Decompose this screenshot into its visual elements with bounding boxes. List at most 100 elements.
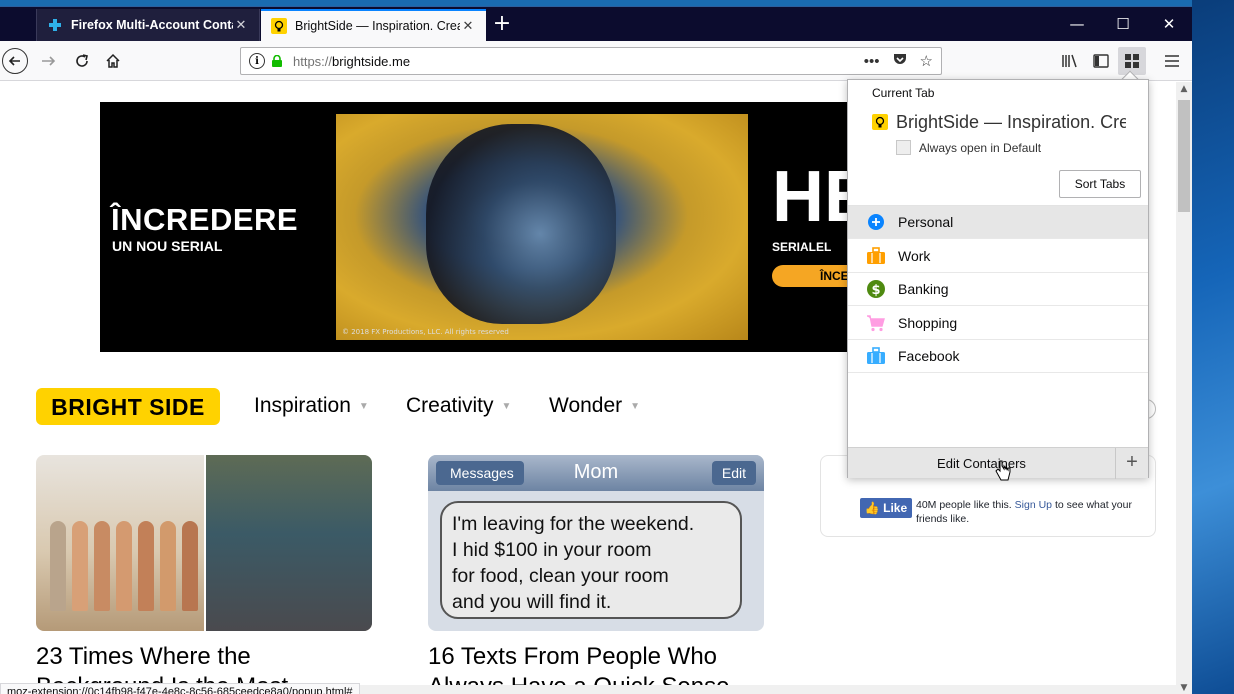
container-item-shopping[interactable]: Shopping <box>848 307 1148 340</box>
page-actions-menu-icon[interactable]: ••• <box>864 53 880 70</box>
message-bubble: I'm leaving for the weekend. I hid $100 … <box>440 501 742 619</box>
hamburger-menu-icon[interactable] <box>1158 47 1186 75</box>
briefcase-icon <box>866 346 886 366</box>
scroll-down-icon[interactable]: ▼ <box>1176 683 1192 693</box>
nav-label: Wonder <box>549 394 623 417</box>
sidebar-icon[interactable] <box>1087 47 1115 75</box>
always-open-label: Always open in Default <box>919 140 1042 155</box>
message-line: and you will find it. <box>452 591 612 613</box>
bookmark-star-icon[interactable]: ☆ <box>920 52 933 70</box>
home-icon <box>106 53 120 68</box>
container-item-facebook[interactable]: Facebook <box>848 340 1148 373</box>
person-figure <box>50 521 66 611</box>
reload-button[interactable] <box>68 47 96 75</box>
person-figure <box>94 521 110 611</box>
svg-text:$: $ <box>871 283 880 298</box>
always-open-checkbox[interactable] <box>896 140 911 155</box>
containers-icon <box>1125 54 1139 68</box>
site-logo[interactable]: BRIGHT SIDE <box>36 388 220 425</box>
scroll-up-icon[interactable]: ▲ <box>1176 84 1192 94</box>
url-text[interactable]: https://brightside.me <box>293 54 852 69</box>
message-line: I hid $100 in your room <box>452 539 652 561</box>
current-tab-info: BrightSide — Inspiration. Creativity <box>872 110 1144 134</box>
container-label: Shopping <box>898 315 958 331</box>
proposal-photo <box>204 455 372 631</box>
edit-containers-button[interactable]: Edit Containers <box>848 448 1115 479</box>
article-image[interactable]: Messages Mom Edit I'm leaving for the we… <box>428 455 764 631</box>
add-container-button[interactable]: + <box>1115 448 1148 479</box>
article-image[interactable] <box>36 455 372 631</box>
puzzle-icon <box>47 17 63 33</box>
messages-edit-label: Edit <box>711 461 756 485</box>
messages-header: Messages Mom Edit <box>428 455 764 491</box>
reload-icon <box>76 54 88 67</box>
container-label: Banking <box>898 281 949 297</box>
sort-tabs-button[interactable]: Sort Tabs <box>1059 170 1141 198</box>
library-icon[interactable] <box>1056 47 1084 75</box>
pocket-icon[interactable] <box>892 51 908 71</box>
container-item-work[interactable]: Work <box>848 240 1148 273</box>
close-window-button[interactable]: ✕ <box>1146 7 1192 41</box>
url-host: brightside.me <box>332 53 411 69</box>
banner-copyright: © 2018 FX Productions, LLC. All rights r… <box>342 328 509 336</box>
tab-bar: Firefox Multi-Account Containers ✕ Brigh… <box>0 7 1192 41</box>
banner-right-subtitle: SERIALEL <box>772 240 832 254</box>
info-icon[interactable]: i <box>249 53 265 69</box>
person-figure <box>182 521 198 611</box>
close-icon[interactable]: ✕ <box>233 17 249 33</box>
hand-cursor-icon <box>994 460 1012 487</box>
nav-label: Inspiration <box>254 394 351 417</box>
container-label: Work <box>898 248 931 264</box>
back-button[interactable] <box>2 48 28 74</box>
container-item-personal[interactable]: Personal <box>848 206 1148 239</box>
always-open-option[interactable]: Always open in Default <box>896 140 1041 155</box>
tab-title: BrightSide — Inspiration. Creativity <box>295 19 460 33</box>
fb-count: 40M people like this. <box>916 499 1012 511</box>
message-line: I'm leaving for the weekend. <box>452 513 695 535</box>
banner-subtitle: UN NOU SERIAL <box>112 238 223 254</box>
containers-button[interactable] <box>1118 47 1146 75</box>
nav-item-creativity[interactable]: Creativity ▼ <box>406 394 511 418</box>
url-scheme: https:// <box>293 53 333 69</box>
minimize-button[interactable]: — <box>1054 7 1100 41</box>
nav-label: Creativity <box>406 394 494 417</box>
home-button[interactable] <box>99 47 127 75</box>
tab-brightside[interactable]: BrightSide — Inspiration. Creativity ✕ <box>261 9 486 41</box>
caret-down-icon: ▼ <box>501 400 512 412</box>
banner-title: ÎNCREDERE <box>111 202 299 237</box>
new-tab-button[interactable]: + <box>488 9 516 41</box>
dollar-icon: $ <box>866 279 886 299</box>
containers-popup: Current Tab BrightSide — Inspiration. Cr… <box>847 79 1149 479</box>
person-figure <box>160 521 176 611</box>
like-label: Like <box>883 501 908 515</box>
tab-multi-account-containers[interactable]: Firefox Multi-Account Containers ✕ <box>36 9 260 41</box>
fb-signup-link[interactable]: Sign Up <box>1015 499 1052 511</box>
facebook-text: 40M people like this. Sign Up to see wha… <box>916 498 1156 526</box>
current-tab-title: BrightSide — Inspiration. Creativity <box>896 111 1126 132</box>
ad-banner[interactable]: ÎNCREDERE UN NOU SERIAL © 2018 FX Produc… <box>100 102 872 352</box>
vertical-scrollbar[interactable]: ▲ ▼ <box>1176 82 1192 694</box>
person-figure <box>138 521 154 611</box>
cart-icon <box>866 313 886 333</box>
forward-button[interactable] <box>34 47 62 75</box>
container-item-banking[interactable]: $ Banking <box>848 273 1148 306</box>
person-figure <box>116 521 132 611</box>
nav-item-wonder[interactable]: Wonder ▼ <box>549 394 640 418</box>
person-figure <box>72 521 88 611</box>
arrow-left-icon <box>8 56 20 66</box>
lock-icon <box>272 55 282 67</box>
arrow-right-icon <box>42 56 56 66</box>
message-line: for food, clean your room <box>452 565 669 587</box>
nav-item-inspiration[interactable]: Inspiration ▼ <box>254 394 369 418</box>
maximize-button[interactable]: ☐ <box>1100 7 1146 41</box>
caret-down-icon: ▼ <box>358 400 369 412</box>
current-tab-heading: Current Tab <box>872 86 935 100</box>
tab-title: Firefox Multi-Account Containers <box>71 18 233 32</box>
scrollbar-thumb[interactable] <box>1178 100 1190 212</box>
url-bar[interactable]: i https://brightside.me ••• ☆ <box>240 47 942 75</box>
facebook-like-button[interactable]: 👍 Like <box>860 498 912 518</box>
navigation-toolbar: i https://brightside.me ••• ☆ <box>0 41 1192 81</box>
briefcase-icon <box>866 246 886 266</box>
close-icon[interactable]: ✕ <box>460 18 476 34</box>
bulb-icon <box>872 114 888 130</box>
